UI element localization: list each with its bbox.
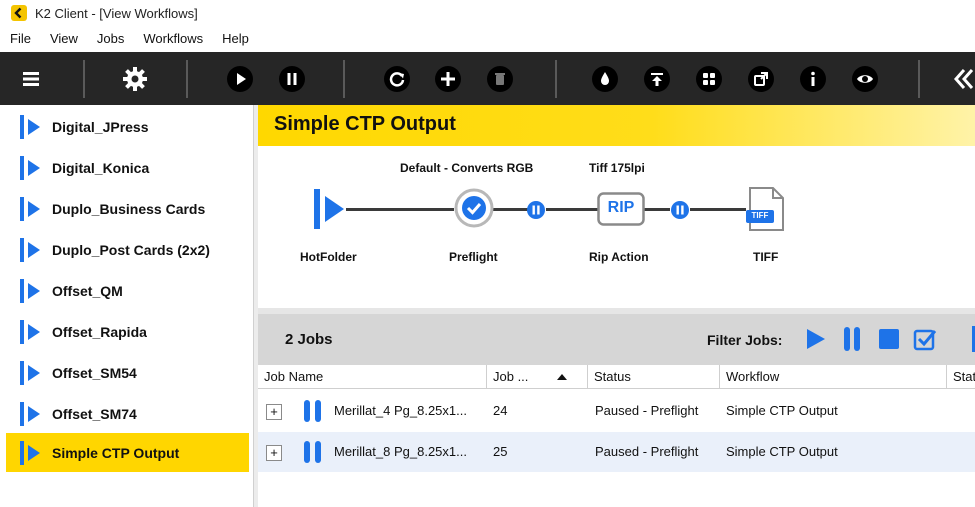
menu-workflows[interactable]: Workflows [133,31,212,46]
paused-status-icon [304,400,322,422]
grid-icon[interactable] [694,64,724,94]
title-bar: K2 Client - [View Workflows] [0,0,975,26]
workflow-item-label: Offset_Rapida [52,323,147,340]
workflow-item-digital-konica[interactable]: Digital_Konica [6,148,249,187]
workflow-item-duplo-business-cards[interactable]: Duplo_Business Cards [6,189,249,228]
workflow-item-label: Offset_SM54 [52,364,137,381]
view-eye-icon[interactable] [850,64,880,94]
connector-pause-icon[interactable] [526,200,546,220]
rip-sublabel: Tiff 175lpi [589,161,645,175]
info-icon[interactable] [798,64,828,94]
hotfolder-icon [18,358,44,388]
jobs-table-header: Job Name Job ... Status Workflow Stat [258,365,975,389]
cell-job-name: Merillat_4 Pg_8.25x1... [334,403,467,418]
filter-running-play-icon[interactable] [802,326,828,352]
refresh-icon[interactable] [382,64,412,94]
cell-job-name: Merillat_8 Pg_8.25x1... [334,444,467,459]
col-status[interactable]: Status [588,365,720,389]
pause-icon[interactable] [277,64,307,94]
filter-jobs-label: Filter Jobs: [707,332,783,348]
hotfolder-icon [18,276,44,306]
preflight-label: Preflight [449,250,498,264]
hamburger-menu-icon[interactable] [16,64,46,94]
workflow-item-label: Duplo_Post Cards (2x2) [52,241,210,258]
hotfolder-node-icon[interactable] [312,186,348,232]
sort-ascending-icon [555,365,569,389]
tiff-label: TIFF [753,250,779,264]
share-icon[interactable] [746,64,776,94]
main-toolbar [0,52,975,105]
ink-drop-icon[interactable] [590,64,620,94]
workflow-item-label: Duplo_Business Cards [52,200,206,217]
hotfolder-icon [18,112,44,142]
paused-status-icon [304,441,322,463]
cell-workflow: Simple CTP Output [726,403,838,418]
filter-completed-check-icon[interactable] [912,326,938,352]
settings-gear-icon[interactable] [120,64,150,94]
cell-job-number: 24 [493,403,508,418]
workflow-item-label: Simple CTP Output [52,444,180,461]
workflow-item-simple-ctp-output[interactable]: Simple CTP Output [6,433,249,472]
play-icon[interactable] [225,64,255,94]
workflow-item-offset-qm[interactable]: Offset_QM [6,271,249,310]
hotfolder-icon [18,235,44,265]
table-row[interactable]: + Merillat_4 Pg_8.25x1... 24 Paused - Pr… [258,391,975,431]
workflow-item-label: Offset_SM74 [52,405,137,422]
hotfolder-icon [18,153,44,183]
col-status-2[interactable]: Stat [947,365,975,389]
workflow-item-label: Digital_JPress [52,118,149,135]
workflow-item-label: Digital_Konica [52,159,150,176]
col-job-name[interactable]: Job Name [258,365,487,389]
expand-row-button[interactable]: + [266,445,282,461]
workflow-list: Digital_JPress Digital_Konica Duplo_Busi… [0,105,254,507]
workflow-item-digital-jpress[interactable]: Digital_JPress [6,107,249,146]
workflow-item-label: Offset_QM [52,282,123,299]
window-title: K2 Client - [View Workflows] [35,5,198,21]
add-icon[interactable] [433,64,463,94]
hotfolder-icon [18,317,44,347]
delete-icon[interactable] [485,64,515,94]
tiff-node-badge: TIFF [751,211,769,220]
filter-paused-pause-icon[interactable] [839,326,865,352]
workflow-item-offset-sm74[interactable]: Offset_SM74 [6,394,249,433]
tiff-file-icon[interactable]: TIFF [746,186,786,232]
workflow-item-duplo-post-cards[interactable]: Duplo_Post Cards (2x2) [6,230,249,269]
cell-job-number: 25 [493,444,508,459]
jobs-toolbar: 2 Jobs Filter Jobs: [258,314,975,365]
rip-node-icon[interactable]: RIP [597,192,645,226]
expand-row-button[interactable]: + [266,404,282,420]
upload-icon[interactable] [642,64,672,94]
hotfolder-icon [18,438,44,468]
menu-view[interactable]: View [40,31,87,46]
hotfolder-icon [18,194,44,224]
workflow-item-offset-rapida[interactable]: Offset_Rapida [6,312,249,351]
cell-status: Paused - Preflight [595,403,699,418]
workflow-header: Simple CTP Output [258,105,975,146]
workflow-diagram: Default - Converts RGB Tiff 175lpi RIP T… [258,146,975,308]
col-job-number[interactable]: Job ... [487,365,588,389]
col-workflow[interactable]: Workflow [720,365,947,389]
hotfolder-icon [18,399,44,429]
workflow-item-offset-sm54[interactable]: Offset_SM54 [6,353,249,392]
logo-icon [950,64,975,94]
rip-action-label: Rip Action [589,250,649,264]
table-row[interactable]: + Merillat_8 Pg_8.25x1... 25 Paused - Pr… [258,432,975,472]
hotfolder-label: HotFolder [300,250,357,264]
workflow-title: Simple CTP Output [274,113,456,135]
menu-help[interactable]: Help [212,31,258,46]
preflight-sublabel: Default - Converts RGB [400,161,534,175]
k2-app-logo-icon [11,5,27,21]
menu-file[interactable]: File [0,31,40,46]
menu-bar: File View Jobs Workflows Help [0,26,975,51]
rip-node-label: RIP [607,199,635,216]
preflight-node-icon[interactable] [454,188,494,228]
connector-pause-icon[interactable] [670,200,690,220]
cell-workflow: Simple CTP Output [726,444,838,459]
cell-status: Paused - Preflight [595,444,699,459]
filter-stopped-stop-icon[interactable] [876,326,902,352]
menu-jobs[interactable]: Jobs [87,31,133,46]
jobs-count: 2 Jobs [285,331,333,348]
